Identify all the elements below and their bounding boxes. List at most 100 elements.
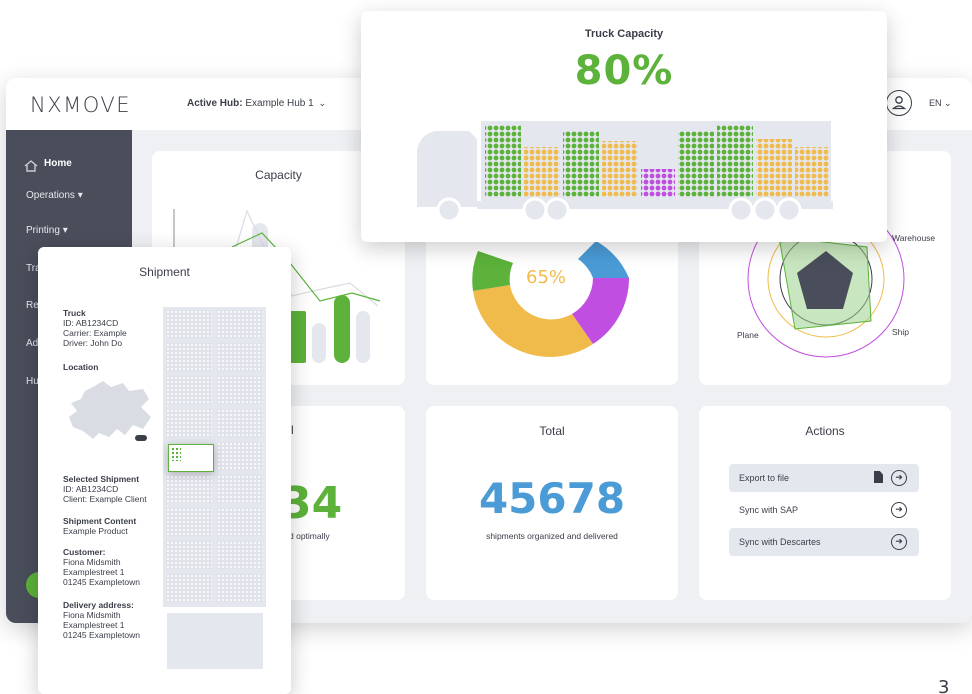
- location-heading: Location: [63, 362, 98, 372]
- export-to-file-button[interactable]: Export to file ➜: [729, 464, 919, 492]
- cargo-slot[interactable]: [166, 310, 212, 338]
- active-hub-label: Active Hub:: [187, 98, 243, 109]
- actions-card: Actions Export to file ➜ Sync with SAP ➜…: [699, 406, 951, 600]
- sidebar-item-label: Operations: [26, 190, 75, 201]
- home-icon: [24, 160, 38, 172]
- sync-with-sap-button[interactable]: Sync with SAP ➜: [729, 496, 919, 524]
- chevron-down-icon: ⌄: [318, 98, 327, 108]
- truck-wheel: [544, 197, 570, 223]
- user-profile-button[interactable]: [886, 90, 912, 116]
- action-label: Sync with SAP: [739, 505, 799, 515]
- cargo-stack-orange: [756, 139, 792, 197]
- donut-segment-orange: [473, 285, 593, 357]
- cargo-slot[interactable]: [166, 343, 212, 371]
- action-label: Sync with Descartes: [739, 537, 821, 547]
- truck-id: ID: AB1234CD: [63, 318, 119, 328]
- customer-city: 01245 Exampletown: [63, 577, 141, 587]
- truck-heading: Truck: [63, 308, 86, 318]
- truck-carrier: Carrier: Example: [63, 328, 127, 338]
- sync-with-descartes-button[interactable]: Sync with Descartes ➜: [729, 528, 919, 556]
- selected-shipment-info: Selected Shipment ID: AB1234CD Client: E…: [63, 474, 147, 504]
- sidebar-item-home[interactable]: Home: [44, 158, 72, 169]
- radar-label-plane: Plane: [737, 330, 759, 340]
- shipment-content-info: Shipment Content Example Product: [63, 516, 136, 536]
- file-icon: [874, 471, 883, 483]
- cargo-slot[interactable]: [217, 343, 263, 371]
- active-hub-value: Example Hub 1: [245, 98, 314, 109]
- radar-label-ship: Ship: [892, 327, 910, 337]
- cargo-slot-selected[interactable]: [168, 444, 214, 472]
- language-label: EN: [929, 98, 942, 108]
- capacity-bar: [290, 311, 306, 363]
- cargo-slot[interactable]: [217, 310, 263, 338]
- sidebar-item-re[interactable]: Re: [26, 300, 39, 311]
- sidebar-item-ad[interactable]: Ad: [26, 338, 38, 349]
- cargo-slot[interactable]: [166, 508, 212, 536]
- shipment-content-heading: Shipment Content: [63, 516, 137, 526]
- shipment-panel: Shipment Truck ID: AB1234CD Carrier: Exa…: [38, 247, 291, 694]
- cargo-slot[interactable]: [166, 376, 212, 404]
- sidebar-item-printing[interactable]: Printing ▾: [26, 225, 68, 236]
- page-number: 3: [938, 677, 950, 694]
- selected-shipment-client: Client: Example Client: [63, 494, 147, 504]
- cargo-slot[interactable]: [217, 574, 263, 602]
- radar-label-warehouse: Warehouse: [892, 233, 936, 243]
- cargo-slot[interactable]: [166, 409, 212, 437]
- cargo-stack-green: [563, 131, 599, 197]
- sidebar-item-hu[interactable]: Hu: [26, 376, 39, 387]
- cargo-slot[interactable]: [217, 541, 263, 569]
- customer-name: Fiona Midsmith: [63, 557, 121, 567]
- delivery-street: Examplestreet 1: [63, 620, 125, 630]
- shipment-content-value: Example Product: [63, 526, 128, 536]
- actions-title: Actions: [805, 424, 845, 438]
- delivery-preview-box: [167, 613, 263, 669]
- cargo-slot[interactable]: [217, 376, 263, 404]
- truck-load-graphic: [417, 121, 833, 223]
- selected-cargo-dots: [171, 447, 181, 461]
- total-title: Total: [539, 424, 565, 438]
- truck-info: Truck ID: AB1234CD Carrier: Example Driv…: [63, 308, 127, 348]
- cargo-stack-green: [678, 131, 714, 197]
- delivery-address-info: Delivery address: Fiona Midsmith Example…: [63, 600, 140, 640]
- cargo-stack-green: [485, 125, 521, 197]
- capacity-bar: [334, 295, 350, 363]
- chevron-down-icon: ▾: [62, 225, 68, 236]
- capacity-bar-bg: [312, 323, 326, 363]
- customer-info: Customer: Fiona Midsmith Examplestreet 1…: [63, 547, 140, 587]
- cargo-slot[interactable]: [217, 409, 263, 437]
- total-card: Total 45678 shipments organized and deli…: [426, 406, 678, 600]
- total-subtitle: shipments organized and delivered: [486, 531, 618, 541]
- cargo-stack-orange: [524, 147, 560, 197]
- chevron-down-icon: ▾: [77, 190, 83, 201]
- location-heading-text: Location: [63, 362, 99, 372]
- truck-capacity-card: Truck Capacity 80%: [361, 11, 887, 242]
- cargo-slot[interactable]: [166, 475, 212, 503]
- arrow-right-icon: ➜: [891, 470, 907, 486]
- optimal-sub-fragment: d optimally: [289, 531, 330, 541]
- truck-wheel: [436, 197, 462, 223]
- cargo-slot[interactable]: [217, 508, 263, 536]
- delivery-city: 01245 Exampletown: [63, 630, 141, 640]
- donut-value-label: 65%: [526, 267, 567, 288]
- donut-segment-green: [472, 251, 513, 291]
- language-selector[interactable]: EN ⌄: [929, 98, 952, 109]
- total-value: 45678: [478, 474, 626, 523]
- chevron-down-icon: ⌄: [944, 98, 952, 108]
- truck-wheel: [728, 197, 754, 223]
- cargo-slot[interactable]: [166, 541, 212, 569]
- cargo-slot[interactable]: [166, 574, 212, 602]
- donut-segment-blue: [578, 241, 629, 278]
- optimal-title-fragment: l: [291, 423, 294, 437]
- truck-wheel: [522, 197, 548, 223]
- cargo-slot[interactable]: [217, 442, 263, 470]
- sidebar-item-operations[interactable]: Operations ▾: [26, 190, 83, 201]
- arrow-right-icon: ➜: [891, 502, 907, 518]
- selected-shipment-id: ID: AB1234CD: [63, 484, 119, 494]
- active-hub-selector[interactable]: Active Hub: Example Hub 1 ⌄: [187, 98, 326, 109]
- cargo-stack-orange: [795, 147, 829, 197]
- cargo-slot[interactable]: [217, 475, 263, 503]
- capacity-bar-bg: [356, 311, 370, 363]
- truck-driver: Driver: John Do: [63, 338, 123, 348]
- arrow-right-icon: ➜: [891, 534, 907, 550]
- cargo-stack-orange: [602, 141, 638, 197]
